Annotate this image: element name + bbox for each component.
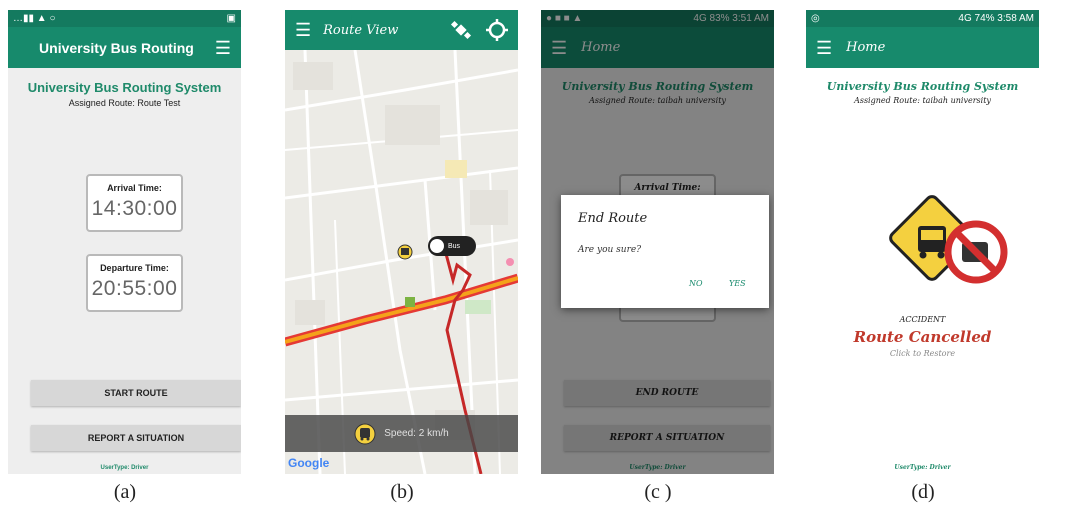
caption-d: (d) [911,481,935,503]
status-right: ▣ [226,13,236,24]
hamburger-icon[interactable]: ☰ [816,39,832,57]
speed-bar: Speed: 2 km/h [285,415,518,452]
app-title: Home [846,40,886,55]
app-title: University Bus Routing [39,39,194,56]
caption-a: (a) [113,481,137,503]
user-type: UserType: Driver [894,464,951,471]
bus-cancelled-icon[interactable] [884,190,1024,300]
departure-time-label: Departure Time: [100,263,169,273]
departure-time-box: Departure Time: 20:55:00 [86,254,183,312]
route-cancelled-label[interactable]: Route Cancelled [806,328,1039,346]
arrival-time-label: Arrival Time: [107,183,162,193]
driver-marker-label: Bus [448,242,461,250]
accident-label: ACCIDENT [899,315,946,324]
locate-icon[interactable] [486,19,508,41]
google-logo-text: Google [288,456,330,470]
report-situation-button[interactable]: REPORT A SITUATION [31,425,241,451]
map-view[interactable]: Bus Speed: 2 km/h Google [285,50,518,474]
end-route-dialog: End Route Are you sure? NO YES [561,195,769,308]
status-bar: …▮▮ ▲ ○ ▣ [8,10,241,27]
status-left: …▮▮ ▲ ○ [13,13,56,24]
status-bar: ◎ 4G 74% 3:58 AM [806,10,1039,27]
app-bar: ☰ Route View [285,10,518,50]
departure-time-value: 20:55:00 [91,277,178,300]
dialog-no-button[interactable]: NO [689,279,703,288]
driver-marker[interactable]: Bus [428,236,476,256]
caption-b: (b) [390,481,414,503]
restore-link[interactable]: Click to Restore [806,349,1039,358]
arrival-time-value: 14:30:00 [91,197,178,220]
app-bar: University Bus Routing ☰ [8,27,241,68]
driver-avatar-icon [430,239,444,253]
status-left-icon: ◎ [811,13,820,24]
arrival-time-box: Arrival Time: 14:30:00 [86,174,183,232]
hamburger-icon[interactable]: ☰ [295,21,311,39]
system-title: University Bus Routing System [826,80,1019,93]
screen-c-end-route-dialog: ● ■ ■ ▲ 4G 83% 3:51 AM ☰ Home University… [541,10,774,474]
app-title: Route View [323,22,399,38]
assigned-route: Assigned Route: Route Test [68,98,181,108]
screen-d-route-cancelled: ◎ 4G 74% 3:58 AM ☰ Home University Bus R… [806,10,1039,474]
system-title: University Bus Routing System [27,80,222,95]
start-route-button[interactable]: START ROUTE [31,380,241,406]
speed-text: Speed: 2 km/h [384,428,449,439]
caption-c: (c ) [644,481,672,503]
hamburger-icon[interactable]: ☰ [215,39,231,57]
bus-icon [354,423,376,444]
dialog-message: Are you sure? [578,245,642,255]
map-canvas [285,50,518,474]
dialog-yes-button[interactable]: YES [729,279,746,288]
assigned-route: Assigned Route: taibah university [854,96,991,105]
google-logo: Google [288,456,329,470]
screen-a-driver-home: …▮▮ ▲ ○ ▣ University Bus Routing ☰ Unive… [8,10,241,474]
satellite-icon[interactable] [450,19,472,41]
status-right: 4G 74% 3:58 AM [958,13,1034,24]
app-bar: ☰ Home [806,27,1039,68]
screen-b-route-view: ☰ Route View Bus Speed: 2 km/h Google [285,10,518,474]
user-type: UserType: Driver [100,465,149,471]
dialog-title: End Route [578,211,648,226]
